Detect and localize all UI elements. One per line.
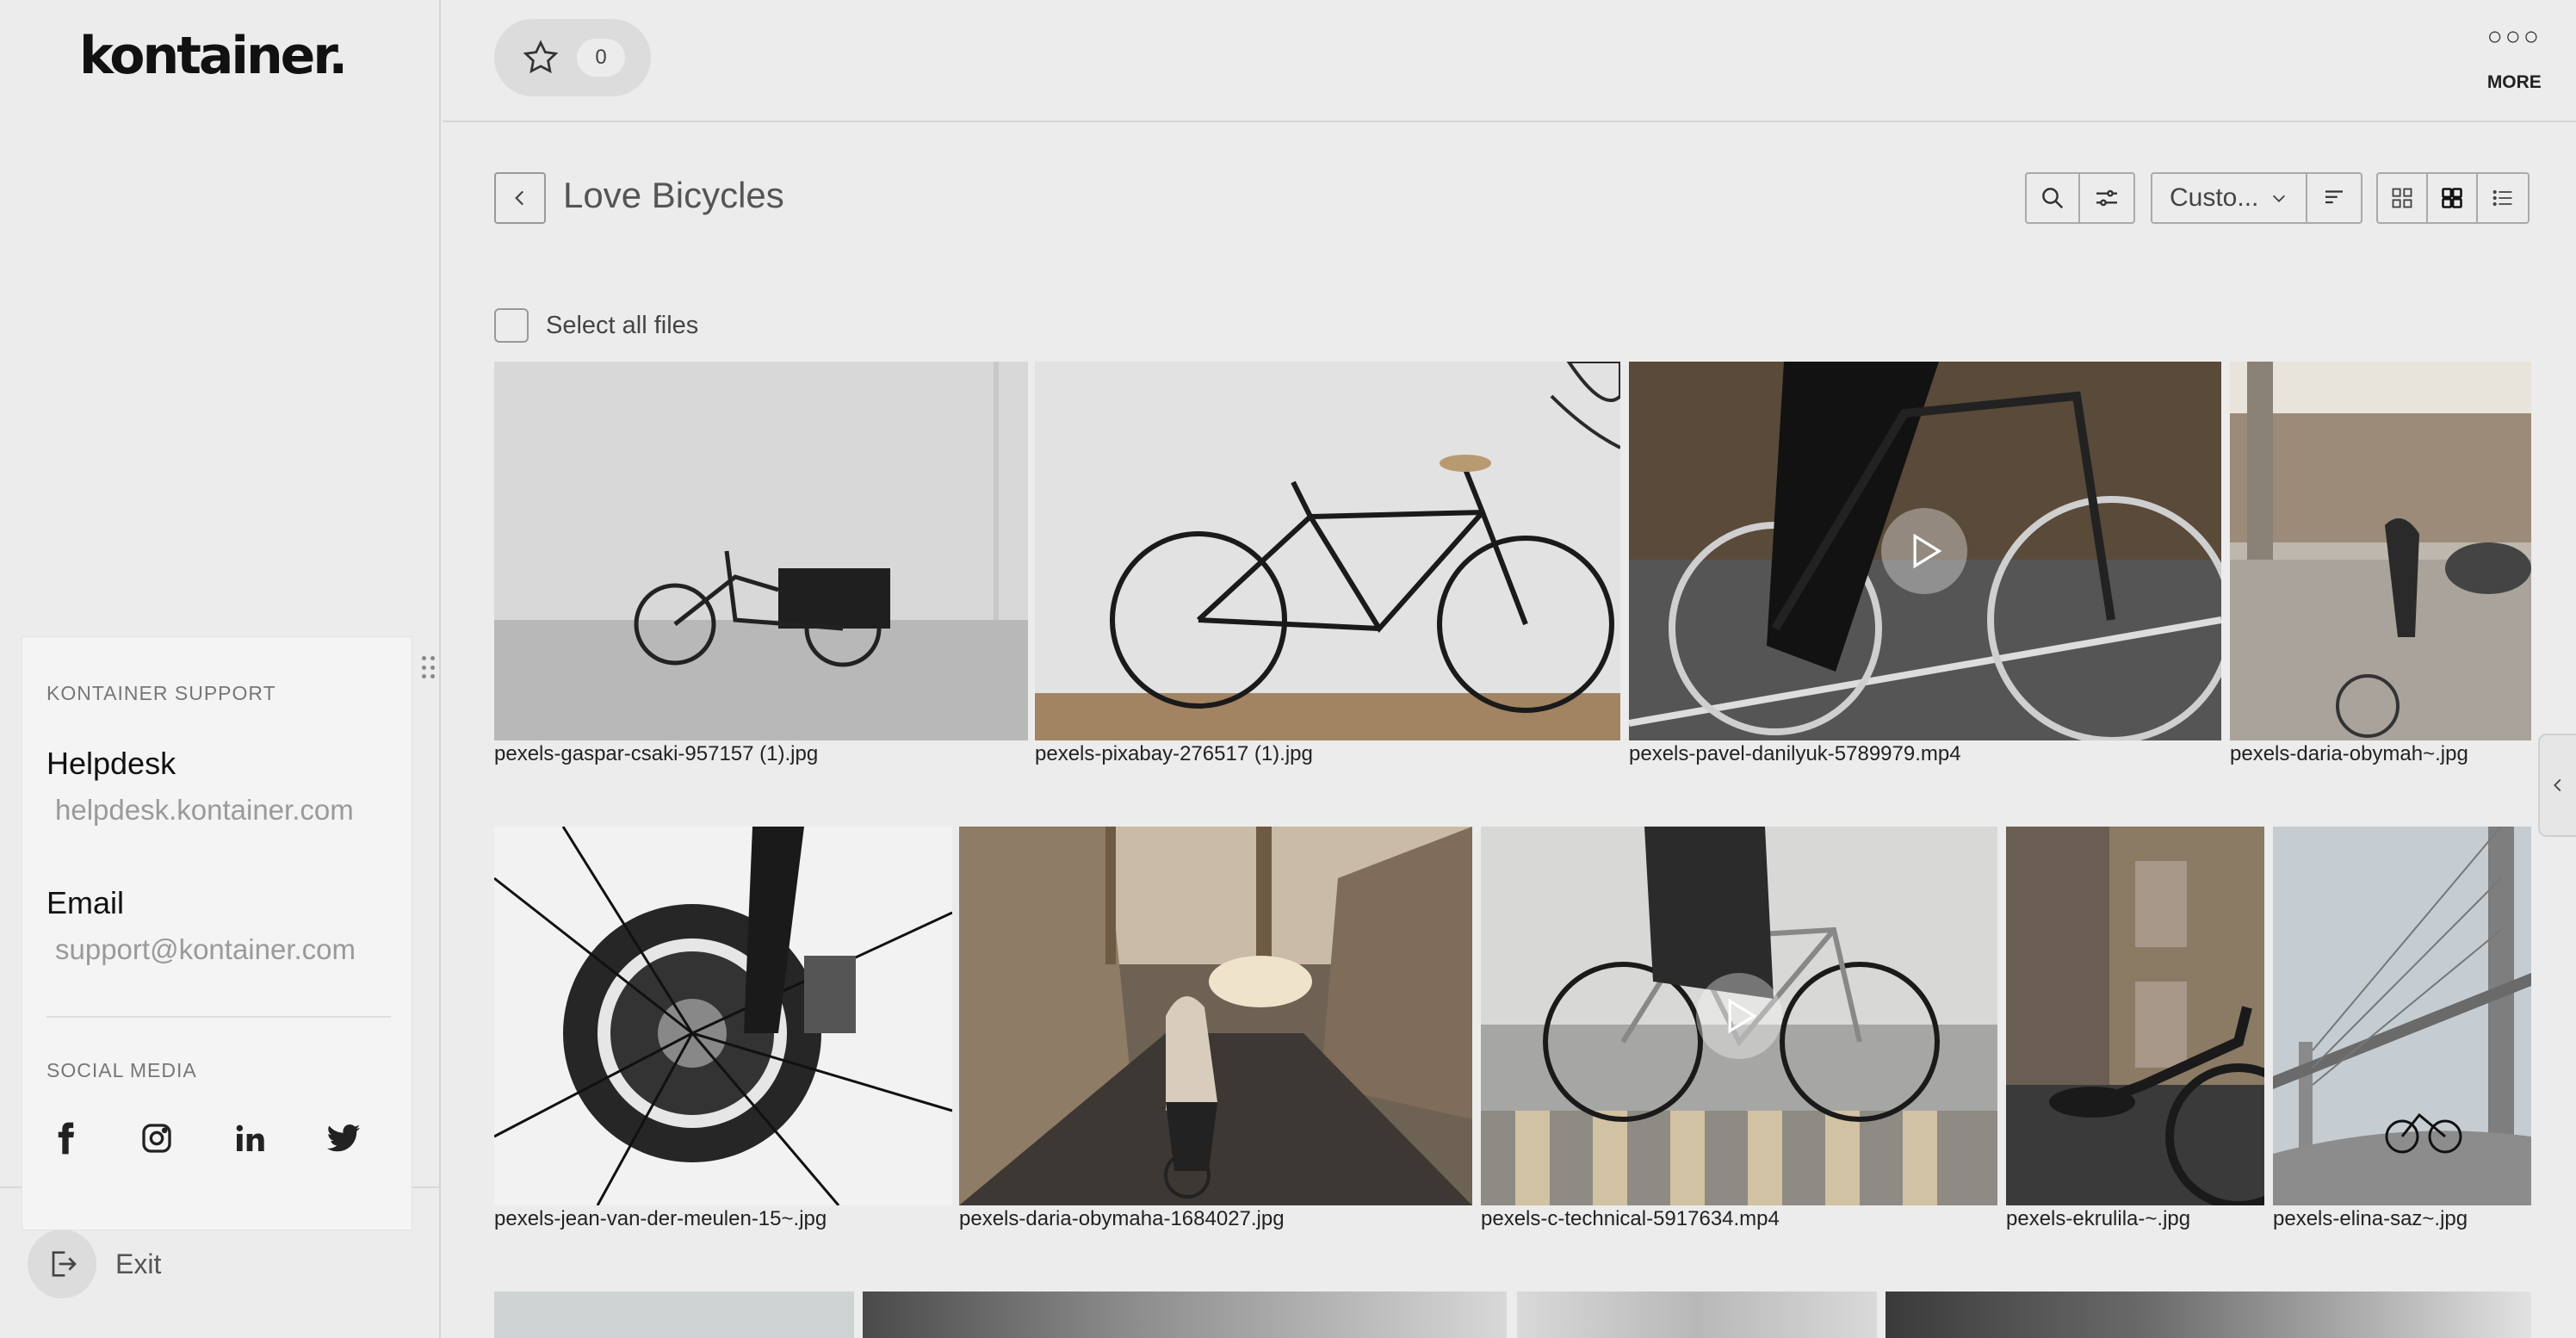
file-name[interactable]: pexels-daria-obymah~.jpg (2230, 742, 2468, 766)
sort-value: Custo... (2170, 183, 2259, 212)
folder-title: Love Bicycles (563, 175, 784, 215)
file-thumbnail[interactable] (494, 827, 952, 1205)
search-filter-group (2025, 172, 2135, 224)
star-icon (523, 40, 559, 74)
facebook-icon[interactable] (46, 1114, 139, 1162)
file-thumbnail[interactable] (1035, 362, 1620, 740)
select-all-checkbox[interactable] (494, 308, 529, 343)
search-icon (2042, 188, 2064, 209)
file-thumbnail[interactable] (494, 1292, 854, 1338)
favorites-button[interactable]: 0 (494, 19, 651, 96)
file-name[interactable]: pexels-pixabay-276517 (1).jpg (1035, 742, 1313, 766)
linkedin-icon[interactable] (232, 1114, 325, 1162)
file-thumbnail[interactable] (494, 362, 1028, 740)
favorites-count: 0 (577, 39, 625, 77)
grid-large-icon (2442, 188, 2462, 208)
right-panel-toggle[interactable] (2538, 734, 2576, 837)
support-heading: KONTAINER SUPPORT (46, 682, 276, 704)
list-icon (2492, 189, 2512, 207)
drag-handle-icon[interactable] (422, 656, 437, 680)
social-links (46, 1114, 418, 1162)
file-name[interactable]: pexels-ekrulila-~.jpg (2006, 1207, 2190, 1231)
sliders-icon (2096, 189, 2117, 207)
file-name[interactable]: pexels-gaspar-csaki-957157 (1).jpg (494, 742, 818, 766)
file-thumbnail[interactable] (1517, 1292, 1877, 1338)
file-name[interactable]: pexels-jean-van-der-meulen-15~.jpg (494, 1207, 827, 1231)
email-title: Email (46, 885, 125, 920)
more-button[interactable]: ○○○ MORE (2487, 24, 2542, 93)
kontainer-logo[interactable]: kontainer. (79, 26, 348, 86)
filter-button[interactable] (2080, 174, 2133, 222)
top-bar: 0 ○○○ MORE (443, 0, 2576, 122)
helpdesk-link[interactable]: helpdesk.kontainer.com (55, 794, 354, 827)
sort-direction-button[interactable] (2307, 174, 2361, 222)
grid-large-view-button[interactable] (2428, 174, 2478, 222)
grid-small-view-button[interactable] (2378, 174, 2428, 222)
chevron-left-icon (2554, 778, 2561, 792)
file-thumbnail[interactable] (1886, 1292, 2531, 1338)
support-popover: KONTAINER SUPPORT Helpdesk helpdesk.kont… (22, 637, 412, 1230)
helpdesk-title: Helpdesk (46, 746, 176, 781)
view-mode-group (2376, 172, 2530, 224)
select-all[interactable]: Select all files (494, 308, 698, 343)
file-name[interactable]: pexels-pavel-danilyuk-5789979.mp4 (1629, 742, 1961, 766)
file-name[interactable]: pexels-c-technical-5917634.mp4 (1481, 1207, 1780, 1231)
file-thumbnail[interactable] (2006, 827, 2264, 1205)
email-link[interactable]: support@kontainer.com (55, 933, 356, 966)
more-label: MORE (2486, 72, 2542, 92)
support-divider (46, 1016, 391, 1018)
back-button[interactable] (494, 172, 546, 224)
exit-label: Exit (115, 1248, 162, 1279)
exit-button[interactable]: Exit (28, 1230, 161, 1298)
sort-select[interactable]: Custo... (2152, 174, 2307, 222)
sort-lines-icon (2325, 190, 2343, 204)
file-name[interactable]: pexels-elina-saz~.jpg (2273, 1207, 2468, 1231)
more-icon: ○○○ (2486, 22, 2542, 51)
select-all-label: Select all files (546, 311, 699, 339)
file-thumbnail[interactable] (2230, 362, 2531, 740)
file-name[interactable]: pexels-daria-obymaha-1684027.jpg (959, 1207, 1285, 1231)
file-thumbnail[interactable] (863, 1292, 1507, 1338)
chevron-left-icon (515, 190, 524, 206)
grid-small-icon (2392, 188, 2412, 208)
social-media-heading: SOCIAL MEDIA (46, 1059, 197, 1081)
twitter-icon[interactable] (325, 1114, 418, 1162)
chevron-down-icon (2272, 195, 2286, 202)
file-thumbnail[interactable] (959, 827, 1472, 1205)
play-icon[interactable] (1696, 973, 1782, 1059)
list-view-button[interactable] (2478, 174, 2528, 222)
instagram-icon[interactable] (139, 1114, 232, 1162)
play-icon[interactable] (1881, 508, 1967, 594)
search-button[interactable] (2027, 174, 2080, 222)
file-thumbnail[interactable] (2273, 827, 2531, 1205)
exit-icon (28, 1230, 96, 1298)
sort-group: Custo... (2151, 172, 2362, 224)
